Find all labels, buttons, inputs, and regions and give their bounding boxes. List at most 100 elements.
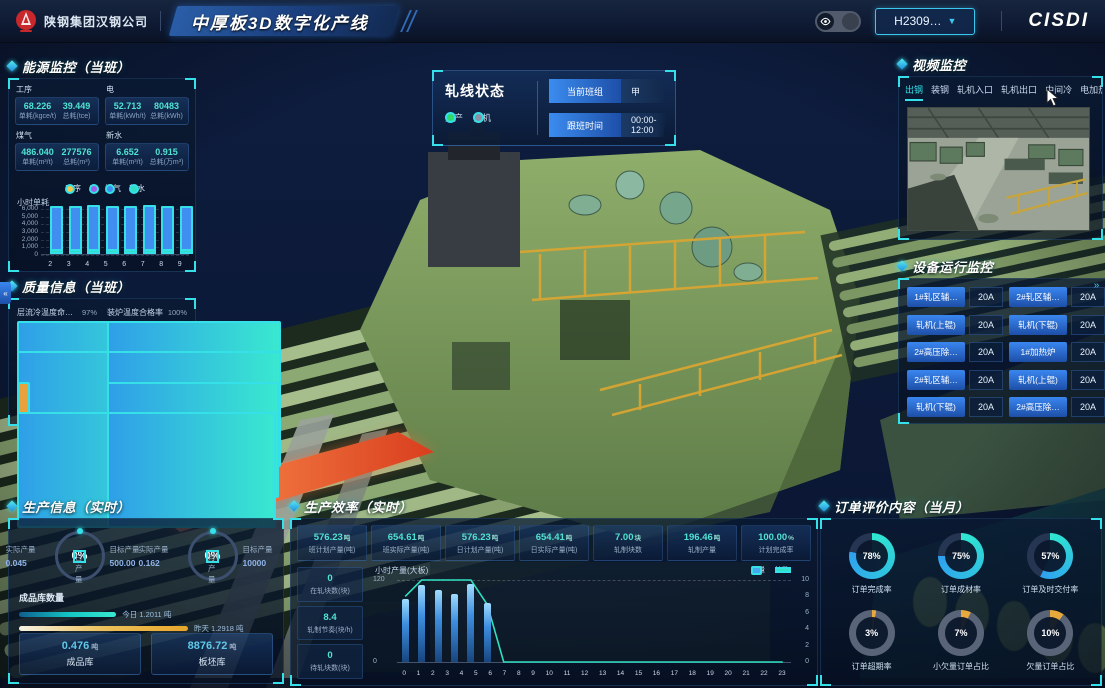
energy-unit-label: 单耗(m³/t) — [18, 157, 57, 167]
stat-unit: 吨 — [344, 535, 351, 542]
hourly-output-chart: 小时产量(大板) 产量块数 1086420 012345678910111213… — [371, 565, 811, 681]
stat-value: 100.00% — [758, 532, 794, 543]
mini-value: 8.4 — [323, 612, 336, 623]
cisdi-logo: CISDI — [1028, 10, 1089, 32]
stat-value: 576.23吨 — [462, 532, 499, 543]
video-tab-2[interactable]: 轧机入口 — [957, 83, 993, 101]
quality-label: 装炉温度合格率 — [107, 307, 166, 318]
video-tab-1[interactable]: 装钢 — [931, 83, 949, 101]
title-decor — [405, 10, 413, 32]
energy-cards: 工序68.226单耗(kgce/t)39.449总耗(tce)电52.713单耗… — [15, 83, 189, 171]
eye-icon — [817, 13, 834, 30]
bar-legend-icon — [751, 566, 762, 575]
equipment-name-chip[interactable]: 1#加热炉 — [1009, 342, 1067, 362]
status-row-value: 00:00-12:00 — [621, 113, 667, 137]
stock-bar-text: 昨天 1.2918 吨 — [194, 623, 244, 634]
stock-bar-text: 今日 1.2011 吨 — [122, 609, 171, 620]
divider — [537, 81, 538, 135]
bar-煤气 — [124, 206, 137, 254]
production-line-select[interactable]: H2309… ▼ — [875, 8, 975, 35]
equipment-name-chip[interactable]: 2#轧区辅… — [1009, 287, 1067, 307]
video-tab-4[interactable]: 中间冷 — [1045, 83, 1072, 101]
equipment-name-chip[interactable]: 轧机(下辊) — [907, 397, 965, 417]
panel-line-status: 轧线状态 生产停机 当前班组甲跟班时间00:00-12:00 — [432, 70, 676, 146]
status-legend-item: 停机 — [473, 111, 491, 124]
energy-metric: 80483总耗(kWh) — [147, 101, 186, 121]
camera-feed[interactable] — [907, 107, 1090, 231]
legend-item: 工序 — [65, 183, 81, 194]
energy-card: 电 52.713单耗(kWh/t)80483总耗(kWh) — [105, 83, 189, 125]
equipment-name-chip[interactable]: 2#高压除… — [907, 342, 965, 362]
actual-output: 实际产量 0.162 — [139, 544, 183, 568]
equipment-name-chip[interactable]: 2#高压除… — [1009, 397, 1067, 417]
quality-bar-fill — [107, 351, 187, 354]
legend-dot-icon — [105, 184, 115, 194]
energy-card: 新水6.652单耗(m³/t)0.915总耗(万m³) — [105, 129, 189, 171]
actual-value: 0.162 — [139, 558, 183, 568]
equipment-name-chip[interactable]: 2#轧区辅… — [907, 370, 965, 390]
bar-新水 — [161, 249, 174, 254]
energy-metric: 52.713单耗(kWh/t) — [108, 101, 147, 121]
energy-legend: 工序电煤气新水 — [17, 183, 193, 194]
panel-expand-icon[interactable]: » — [1090, 276, 1103, 294]
x-tick-label: 2 — [48, 261, 52, 268]
panel-title-icon — [6, 500, 17, 511]
quality-bar-fill — [17, 351, 97, 354]
x-tick-label: 5 — [104, 261, 108, 268]
energy-card-name: 新水 — [106, 130, 189, 141]
right-tick-label: 10 — [801, 576, 809, 583]
hour-label: 3 — [445, 670, 449, 677]
video-tab-3[interactable]: 轧机出口 — [1001, 83, 1037, 101]
visibility-toggle[interactable] — [815, 11, 861, 32]
efficiency-stat-card: 654.61吨班实际产量(吨) — [371, 525, 441, 561]
efficiency-minis: 0在轧块数(块)8.4轧制节奏(块/h)0待轧块数(块) — [297, 567, 363, 679]
donut-ring: 78% — [849, 533, 895, 579]
donut-value: 75% — [952, 551, 970, 561]
bar-煤气 — [87, 205, 100, 254]
camera-image — [908, 108, 1089, 230]
efficiency-stat-card: 100.00%计划完成率 — [741, 525, 811, 561]
equipment-name-chip[interactable]: 轧机(上辊) — [907, 315, 965, 335]
actual-output: 实际产量0.045 — [6, 544, 50, 568]
panel-order-evaluation: 订单评价内容（当月） 78%订单完成率75%订单成材率57%订单及时交付率3%订… — [820, 498, 1102, 686]
quality-bar — [17, 351, 97, 354]
equipment-value: 20A — [1071, 315, 1105, 335]
efficiency-mini-card: 8.4轧制节奏(块/h) — [297, 606, 363, 641]
equipment-name-chip[interactable]: 1#轧区辅… — [907, 287, 965, 307]
header-divider — [160, 11, 161, 31]
bar-煤气 — [69, 206, 82, 254]
energy-card-box: 68.226单耗(kgce/t)39.449总耗(tce) — [15, 97, 99, 125]
production-gauge-group: 实际产量0.1620%月产量目标产量10000 — [146, 527, 279, 585]
sidebar-collapse-tab[interactable]: « — [0, 282, 11, 304]
bar-煤气 — [143, 205, 156, 254]
stat-label: 轧制产量 — [688, 545, 716, 555]
warehouse-value: 0.476吨 — [62, 640, 99, 652]
equipment-value: 20A — [969, 397, 1003, 417]
hourly-chart-title: 小时产量(大板) — [375, 565, 428, 576]
energy-unit-label: 总耗(kWh) — [147, 111, 186, 121]
energy-value: 68.226 — [18, 101, 57, 111]
stat-value: 654.41吨 — [536, 532, 573, 543]
hour-label: 18 — [689, 670, 696, 677]
hourly-bar — [418, 585, 425, 662]
production-gauge-group: 实际产量0.0450%日产量目标产量500.00 — [13, 527, 146, 585]
actual-label: 实际产量 — [139, 544, 183, 555]
quality-bar-fill — [107, 412, 187, 415]
energy-unit-label: 总耗(m³) — [57, 157, 96, 167]
efficiency-stat-card: 196.46吨轧制产量 — [667, 525, 737, 561]
equipment-name-chip[interactable]: 轧机(上辊) — [1009, 370, 1067, 390]
donut-label: 订单及时交付率 — [1022, 584, 1078, 595]
equipment-name-chip[interactable]: 轧机(下辊) — [1009, 315, 1067, 335]
energy-card-name: 煤气 — [16, 130, 99, 141]
donut-value: 10% — [1041, 628, 1059, 638]
energy-hourly-chart: 小时单耗 6,0005,0004,0003,0002,0001,0000 234… — [13, 197, 191, 267]
stat-unit: 吨 — [566, 535, 573, 542]
order-donut: 3%订单超期率 — [827, 602, 916, 679]
energy-card-name: 电 — [106, 84, 189, 95]
bar-新水 — [87, 249, 100, 254]
x-tick-label: 3 — [67, 261, 71, 268]
warehouse-card: 0.476吨成品库 — [19, 633, 141, 675]
quality-panel-title: 质量信息（当班） — [22, 277, 130, 296]
energy-metric: 277576总耗(m³) — [57, 147, 96, 167]
warehouse-card: 8876.72吨板坯库 — [151, 633, 273, 675]
